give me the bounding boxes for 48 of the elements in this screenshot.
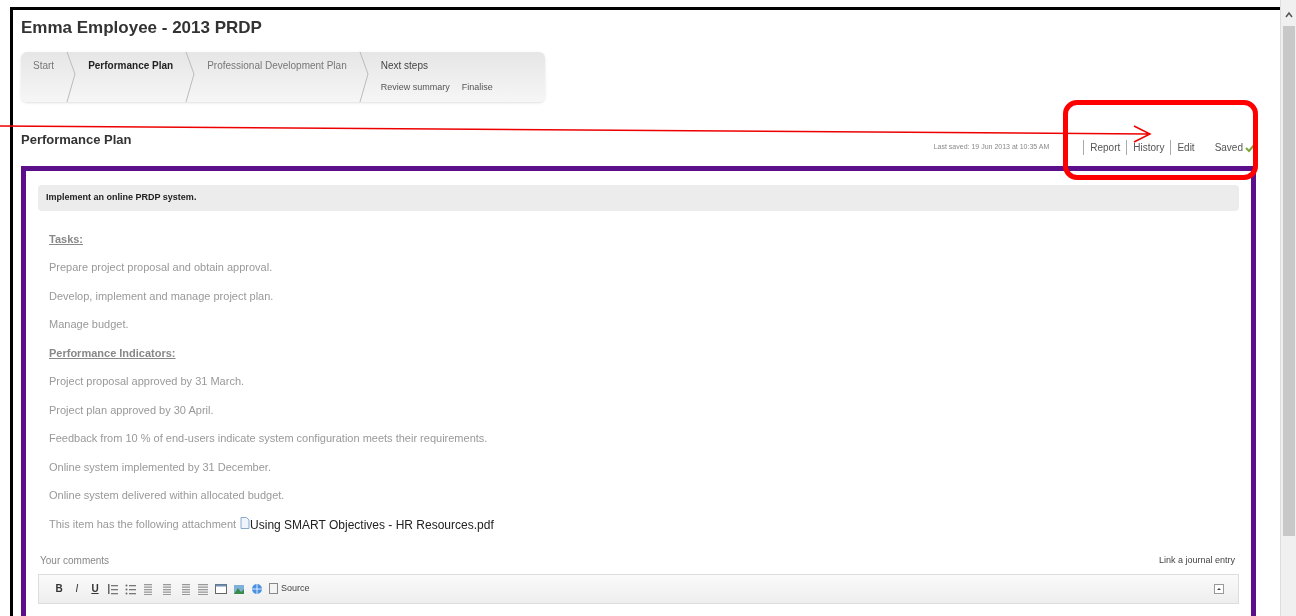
step-tab[interactable]: Performance Plan <box>88 57 174 73</box>
section-heading: Tasks: <box>49 231 84 247</box>
page-icon <box>269 583 278 594</box>
section-title: Performance Plan <box>21 130 132 149</box>
attachment-link[interactable]: Using SMART Objectives - HR Resources.pdf <box>250 515 494 534</box>
collapse-icon[interactable] <box>1214 583 1224 594</box>
step-separator-icon <box>66 51 77 102</box>
scroll-up-icon[interactable] <box>1283 10 1294 20</box>
globe-icon[interactable] <box>251 582 263 595</box>
step-tab[interactable]: Start <box>33 57 55 73</box>
saved-status: Saved <box>1214 141 1243 155</box>
plan-text: Feedback from 10 % of end-users indicate system configuration meets their requirements. <box>49 431 488 446</box>
plan-text: Project proposal approved by 31 March. <box>49 374 245 389</box>
substep-link[interactable]: Review summary <box>380 80 450 94</box>
comments-label: Your comments <box>40 553 110 568</box>
format-button[interactable]: B <box>53 581 65 596</box>
align-left-icon[interactable] <box>143 582 155 595</box>
action-link[interactable]: Edit <box>1170 140 1201 155</box>
step-separator-icon <box>185 51 196 102</box>
objective-heading: Implement an online PRDP system. <box>38 185 1239 211</box>
table-icon[interactable] <box>215 582 227 595</box>
action-link[interactable]: Report <box>1083 140 1127 155</box>
substep-link[interactable]: Finalise <box>461 80 493 94</box>
format-button[interactable]: U <box>89 581 101 596</box>
plan-text: Develop, implement and manage project plan. <box>49 288 274 304</box>
format-button[interactable]: I <box>71 581 83 596</box>
source-button[interactable]: Source <box>269 581 310 596</box>
step-tab[interactable]: Next steps <box>380 57 493 73</box>
image-icon[interactable] <box>233 582 245 595</box>
section-heading: Performance Indicators: <box>49 345 176 361</box>
plan-text: Prepare project proposal and obtain approval. <box>49 260 273 275</box>
checkmark-icon <box>1245 142 1256 153</box>
plan-text: Manage budget. <box>49 317 129 332</box>
step-tab[interactable]: Professional Development Plan <box>207 57 347 73</box>
justify-icon[interactable] <box>197 582 209 595</box>
align-center-icon[interactable] <box>161 582 173 595</box>
plan-text: Project plan approved by 30 April. <box>49 402 214 418</box>
bullet-list-icon[interactable] <box>125 582 137 595</box>
step-separator-icon <box>358 51 369 102</box>
journal-link[interactable]: Link a journal entry <box>1158 554 1235 568</box>
attachment-text: This item has the following attachment <box>49 517 237 533</box>
align-right-icon[interactable] <box>179 582 191 595</box>
plan-text: Online system delivered within allocated budget. <box>49 488 285 503</box>
numbered-list-icon[interactable] <box>107 582 119 595</box>
document-icon <box>240 517 251 529</box>
action-link[interactable]: History <box>1126 140 1171 155</box>
page-title: Emma Employee - 2013 PRDP <box>21 17 262 39</box>
plan-text: Online system implemented by 31 December. <box>49 459 271 475</box>
